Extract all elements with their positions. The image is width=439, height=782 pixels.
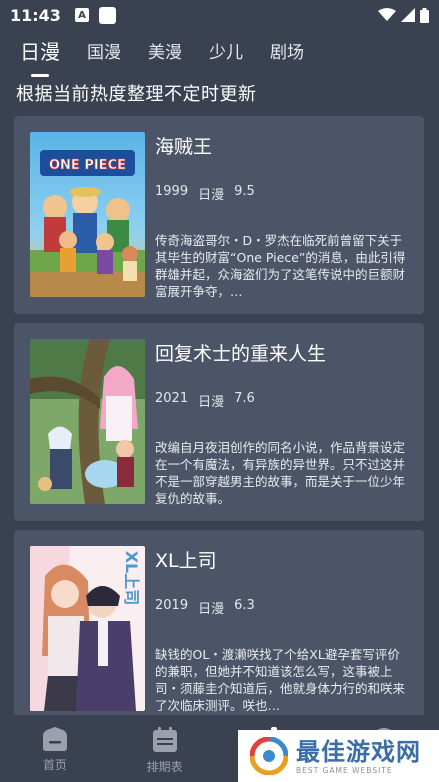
tab-label: 少儿 bbox=[209, 43, 243, 63]
tab-theater[interactable]: 剧场 bbox=[270, 34, 304, 63]
notification-a-icon: A bbox=[74, 8, 89, 22]
xl-boss-logo: XL上司 bbox=[122, 551, 141, 606]
nav-label: 排期表 bbox=[146, 760, 183, 774]
tab-label: 剧场 bbox=[270, 43, 304, 63]
xl-boss-cover: XL上司 bbox=[30, 546, 145, 711]
anime-meta: 2019 日漫 6.3 bbox=[155, 598, 255, 617]
anime-description: 传奇海盗哥尔・D・罗杰在临死前曾留下关于其毕生的财富“One Piece”的消息… bbox=[155, 233, 406, 299]
tab-chinese[interactable]: 国漫 bbox=[87, 34, 121, 63]
kaifuku-cover bbox=[30, 339, 145, 504]
nav-label: 首页 bbox=[42, 758, 67, 772]
tab-label: 国漫 bbox=[87, 43, 121, 63]
anime-card[interactable]: ONE PIECE 海贼王 1999 日漫 9.5 传奇海盗哥尔・D・罗杰在临死… bbox=[14, 116, 424, 314]
home-icon bbox=[42, 727, 67, 751]
anime-year: 2021 bbox=[155, 391, 189, 406]
anime-meta: 1999 日漫 9.5 bbox=[155, 184, 255, 203]
anime-type: 日漫 bbox=[198, 188, 225, 203]
signal-icon bbox=[401, 8, 415, 22]
anime-title: 回复术士的重来人生 bbox=[155, 343, 327, 365]
anime-score: 9.5 bbox=[234, 184, 255, 199]
anime-score: 7.6 bbox=[234, 391, 255, 406]
anime-type: 日漫 bbox=[198, 602, 225, 617]
anime-year: 1999 bbox=[155, 184, 189, 199]
site-logo-icon bbox=[250, 737, 288, 775]
one-piece-logo: ONE PIECE bbox=[49, 158, 126, 173]
one-piece-cover: ONE PIECE bbox=[30, 132, 145, 297]
anime-score: 6.3 bbox=[234, 598, 255, 613]
nav-schedule[interactable]: 排期表 bbox=[110, 715, 220, 782]
notification-square-icon bbox=[98, 6, 116, 24]
calendar-icon bbox=[152, 727, 177, 752]
anime-card[interactable]: 回复术士的重来人生 2021 日漫 7.6 改编自月夜泪创作的同名小说，作品背景… bbox=[14, 323, 424, 521]
anime-title: XL上司 bbox=[155, 550, 217, 572]
status-right-icons bbox=[378, 7, 429, 23]
anime-description: 改编自月夜泪创作的同名小说，作品背景设定在一个有魔法，有异族的异世界。只不过这并… bbox=[155, 440, 406, 506]
tab-kids[interactable]: 少儿 bbox=[209, 34, 243, 63]
anime-title: 海贼王 bbox=[155, 136, 213, 158]
watermark-subtitle: BEST GAME WEBSITE bbox=[296, 765, 393, 775]
site-watermark: 最佳游戏网 BEST GAME WEBSITE bbox=[238, 730, 439, 782]
wifi-icon bbox=[378, 8, 396, 21]
anime-description: 缺钱的OL・渡濑咲找了个给XL避孕套写评价的兼职，但她并不知道该怎么写，这事被上… bbox=[155, 647, 406, 713]
anime-meta: 2021 日漫 7.6 bbox=[155, 391, 255, 410]
anime-type: 日漫 bbox=[198, 395, 225, 410]
nav-home[interactable]: 首页 bbox=[0, 715, 110, 782]
status-bar: 11:43 A bbox=[0, 0, 439, 30]
battery-icon bbox=[420, 7, 429, 23]
watermark-title: 最佳游戏网 bbox=[296, 737, 421, 766]
tab-japanese[interactable]: 日漫 bbox=[20, 34, 60, 77]
category-tabs: 日漫 国漫 美漫 少儿 剧场 bbox=[0, 34, 439, 77]
watermark-text: 最佳游戏网 BEST GAME WEBSITE bbox=[296, 738, 421, 775]
tab-label: 美漫 bbox=[148, 43, 182, 63]
tab-label: 日漫 bbox=[20, 40, 60, 64]
page-subtitle: 根据当前热度整理不定时更新 bbox=[16, 84, 257, 105]
tab-american[interactable]: 美漫 bbox=[148, 34, 182, 63]
status-time: 11:43 bbox=[10, 5, 61, 25]
anime-card[interactable]: XL上司 XL上司 2019 日漫 6.3 缺钱的OL・渡濑咲找了个给XL避孕套… bbox=[14, 530, 424, 728]
tab-indicator bbox=[31, 74, 49, 77]
anime-year: 2019 bbox=[155, 598, 189, 613]
